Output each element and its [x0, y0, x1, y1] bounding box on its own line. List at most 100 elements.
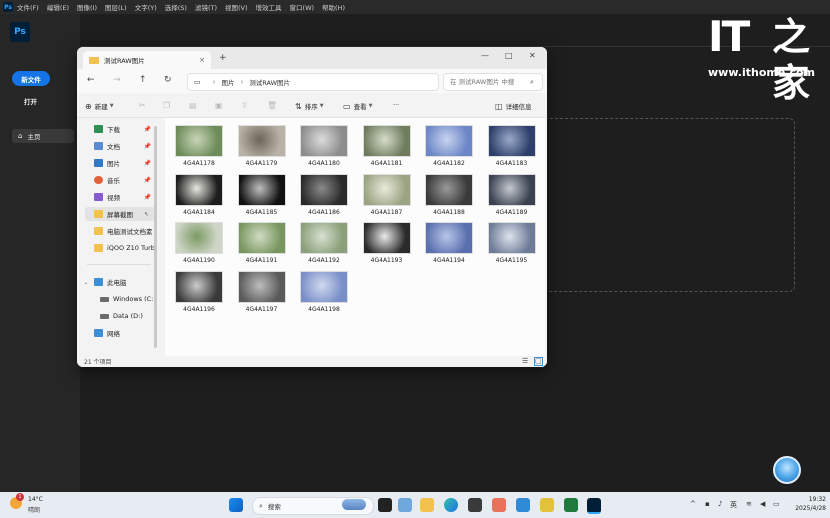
sidebar-item-drive-d[interactable]: › Data (D:) — [91, 309, 155, 323]
store-icon[interactable] — [468, 498, 482, 512]
app-icon[interactable] — [492, 498, 506, 512]
menu-file[interactable]: 文件(F) — [17, 2, 39, 12]
edge-icon[interactable] — [444, 498, 458, 512]
menu-help[interactable]: 帮助(H) — [322, 2, 345, 12]
sidebar-item-videos[interactable]: 视频 📌 — [85, 190, 155, 204]
file-tile[interactable]: 4G4A1198 — [292, 270, 348, 315]
new-file-button[interactable]: 新文件 — [12, 71, 50, 86]
file-tile[interactable]: 4G4A1179 — [230, 125, 286, 169]
share-button[interactable]: ⇪ — [241, 101, 251, 110]
back-arrow-icon[interactable]: ← — [87, 75, 95, 85]
details-view-icon[interactable]: ☰ — [522, 357, 528, 365]
up-arrow-icon[interactable]: ↑ — [139, 75, 147, 85]
clock[interactable]: 19:32 2025/4/28 — [788, 495, 826, 513]
photoshop-taskbar-icon[interactable] — [587, 498, 601, 514]
file-tile[interactable]: 4G4A1178 — [167, 125, 223, 169]
file-tile[interactable]: 4G4A1191 — [230, 222, 286, 266]
menu-plugins[interactable]: 增效工具 — [256, 2, 282, 12]
wifi-icon[interactable]: ≋ — [746, 500, 752, 508]
cut-button[interactable]: ✂ — [139, 101, 149, 110]
file-tile[interactable]: 4G4A1183 — [480, 125, 536, 169]
large-icons-view-icon[interactable]: ▢ — [534, 357, 543, 366]
new-button[interactable]: ⊕ 新建 ▼ — [85, 101, 114, 112]
paste-button[interactable]: ▤ — [189, 101, 200, 110]
chevron-up-icon[interactable]: ^ — [690, 500, 696, 508]
excel-icon[interactable] — [564, 498, 578, 512]
file-tile[interactable]: 4G4A1192 — [292, 222, 348, 266]
avatar[interactable] — [773, 456, 801, 484]
view-button[interactable]: ▭ 查看 ▼ — [343, 101, 372, 112]
close-button[interactable]: ✕ — [529, 51, 536, 60]
file-tile[interactable]: 4G4A1186 — [292, 173, 348, 218]
file-tile[interactable]: 4G4A1196 — [167, 270, 223, 315]
battery-icon[interactable]: ▭ — [773, 500, 780, 508]
sidebar-item-folder-test[interactable]: 电脑测试文档素 — [85, 224, 155, 238]
ime-indicator[interactable]: 英 — [730, 500, 737, 510]
forward-arrow-icon[interactable]: → — [113, 75, 121, 85]
rename-button[interactable]: ▣ — [215, 101, 226, 110]
menu-type[interactable]: 文字(Y) — [135, 2, 157, 12]
breadcrumb-pictures[interactable]: 图片 — [221, 77, 234, 87]
notes-icon[interactable] — [540, 498, 554, 512]
file-tile[interactable]: 4G4A1195 — [480, 222, 536, 266]
search-input[interactable] — [444, 77, 530, 87]
widgets-icon[interactable] — [398, 498, 412, 512]
file-tile[interactable]: 4G4A1194 — [417, 222, 473, 266]
file-explorer-taskbar-icon[interactable] — [420, 498, 434, 512]
menu-image[interactable]: 图像(I) — [77, 2, 97, 12]
menu-filter[interactable]: 滤镜(T) — [195, 2, 217, 12]
minimize-button[interactable]: — — [481, 51, 489, 60]
volume-icon[interactable]: ◀ — [760, 500, 765, 508]
sidebar-item-pictures[interactable]: 图片 📌 — [85, 156, 155, 170]
sidebar-item-this-pc[interactable]: ⌄ 此电脑 — [85, 275, 155, 289]
file-tile[interactable]: 4G4A1187 — [355, 173, 411, 218]
menu-edit[interactable]: 编辑(E) — [47, 2, 69, 12]
open-button[interactable]: 打开 — [24, 96, 37, 106]
file-tile[interactable]: 4G4A1180 — [292, 125, 348, 169]
file-tile[interactable]: 4G4A1189 — [480, 173, 536, 218]
refresh-icon[interactable]: ↻ — [164, 75, 172, 85]
menu-select[interactable]: 选择(S) — [165, 2, 187, 12]
sidebar-item-documents[interactable]: 文档 📌 — [85, 139, 155, 153]
more-options-button[interactable]: ··· — [393, 101, 399, 109]
file-tile[interactable]: 4G4A1184 — [167, 173, 223, 218]
file-tile[interactable]: 4G4A1185 — [230, 173, 286, 218]
task-view-icon[interactable] — [378, 498, 392, 512]
mic-icon[interactable]: ♪ — [718, 500, 722, 508]
file-tile[interactable]: 4G4A1193 — [355, 222, 411, 266]
breadcrumb[interactable]: ▭ › 图片 › 测试RAW图片 — [187, 73, 439, 91]
file-tile[interactable]: 4G4A1197 — [230, 270, 286, 315]
file-tile[interactable]: 4G4A1182 — [417, 125, 473, 169]
details-button[interactable]: ◫ 详细信息 — [495, 101, 532, 112]
sidebar-item-folder-iqoo[interactable]: iQOO Z10 Turb — [85, 241, 155, 255]
nav-scrollbar[interactable] — [154, 126, 157, 348]
search-box[interactable]: ⌕ — [443, 73, 543, 91]
file-tile[interactable]: 4G4A1188 — [417, 173, 473, 218]
sidebar-item-drive-c[interactable]: › Windows (C:) — [91, 292, 155, 306]
delete-button[interactable]: 🗑 — [267, 101, 280, 110]
file-tile[interactable]: 4G4A1190 — [167, 222, 223, 266]
maximize-button[interactable]: □ — [505, 51, 513, 60]
sidebar-item-screenshots[interactable]: 屏幕截图 ↖ — [85, 207, 155, 221]
tab-current-folder[interactable]: 测试RAW图片 × — [83, 51, 211, 69]
file-name: 4G4A1183 — [495, 160, 528, 167]
sidebar-item-home[interactable]: ⌂ 主页 — [12, 129, 74, 143]
menu-view[interactable]: 视图(V) — [225, 2, 248, 12]
menu-window[interactable]: 窗口(W) — [290, 2, 315, 12]
breadcrumb-current[interactable]: 测试RAW图片 — [249, 77, 290, 87]
copy-button[interactable]: ❐ — [163, 101, 173, 110]
search-highlight-icon — [342, 499, 366, 510]
menu-layer[interactable]: 图层(L) — [105, 2, 127, 12]
cloud-app-icon[interactable] — [516, 498, 530, 512]
sidebar-item-downloads[interactable]: 下载 📌 — [85, 122, 155, 136]
new-tab-button[interactable]: + — [219, 53, 227, 63]
tab-close-button[interactable]: × — [199, 56, 205, 64]
sidebar-item-network[interactable]: › 网络 — [85, 326, 155, 340]
sort-button[interactable]: ⇅ 排序 ▼ — [295, 101, 324, 112]
file-tile[interactable]: 4G4A1181 — [355, 125, 411, 169]
camera-icon[interactable]: ▪ — [705, 500, 710, 508]
scissors-icon: ✂ — [139, 101, 146, 110]
file-explorer-window: 测试RAW图片 × + — □ ✕ ← → ↑ ↻ ▭ › 图片 › 测试RAW… — [77, 47, 547, 367]
sidebar-item-music[interactable]: 音乐 📌 — [85, 173, 155, 187]
start-icon[interactable] — [229, 498, 243, 512]
